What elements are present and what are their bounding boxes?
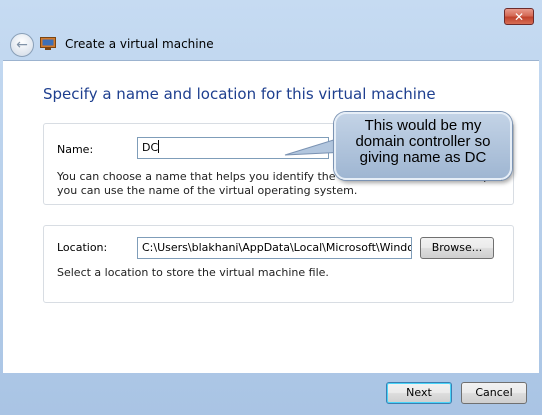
dialog-footer: Next Cancel xyxy=(3,372,539,412)
dialog-window: ✕ ← Create a virtual machine Specify a n… xyxy=(0,0,542,415)
name-label: Name: xyxy=(57,143,94,156)
page-heading: Specify a name and location for this vir… xyxy=(43,85,436,103)
callout-line-1: This would be my xyxy=(364,117,482,134)
next-button[interactable]: Next xyxy=(386,382,452,404)
back-arrow-icon[interactable]: ← xyxy=(10,33,34,57)
callout-line-2: domain controller so xyxy=(355,133,491,150)
location-group: Location: C:\Users\blakhani\AppData\Loca… xyxy=(43,225,514,303)
location-label: Location: xyxy=(57,241,108,254)
cancel-button[interactable]: Cancel xyxy=(461,382,527,404)
content-panel: Specify a name and location for this vir… xyxy=(3,60,539,373)
name-help-line-2: you can use the name of the virtual oper… xyxy=(57,184,358,197)
close-button[interactable]: ✕ xyxy=(504,8,534,25)
location-input[interactable]: C:\Users\blakhani\AppData\Local\Microsof… xyxy=(137,237,412,259)
browse-button[interactable]: Browse... xyxy=(420,237,494,259)
dialog-title: Create a virtual machine xyxy=(65,37,214,51)
name-input-value: DC xyxy=(142,141,159,154)
callout-line-3: giving name as DC xyxy=(359,149,487,166)
virtual-machine-icon xyxy=(40,37,56,50)
name-input[interactable]: DC xyxy=(137,137,329,159)
location-help-text: Select a location to store the virtual m… xyxy=(57,266,329,279)
annotation-callout: This would be my domain controller so gi… xyxy=(334,112,512,180)
text-caret xyxy=(158,140,160,153)
dialog-header: ← Create a virtual machine xyxy=(3,30,539,60)
